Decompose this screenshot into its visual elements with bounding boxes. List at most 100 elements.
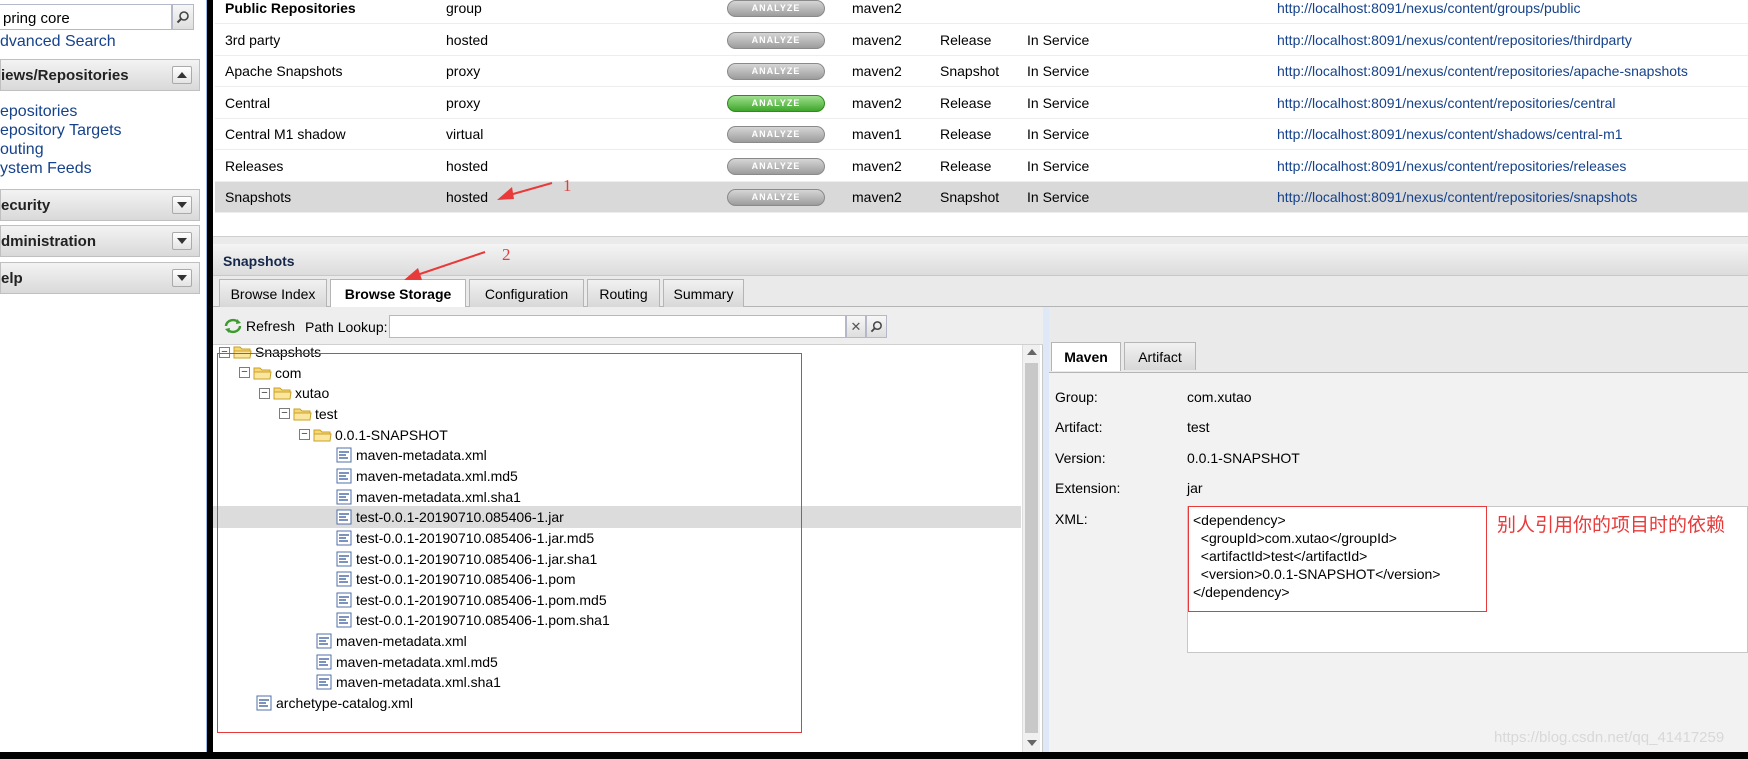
tree-file[interactable]: maven-metadata.xml.md5 <box>316 651 498 673</box>
repo-url[interactable]: http://localhost:8091/nexus/content/repo… <box>1277 95 1616 111</box>
tab-browse-storage[interactable]: Browse Storage <box>330 279 466 308</box>
collapse-toggle-icon[interactable]: − <box>239 367 250 379</box>
tree-file[interactable]: test-0.0.1-20190710.085406-1.pom <box>336 568 576 590</box>
collapse-toggle-icon[interactable]: − <box>299 429 310 441</box>
tree-file[interactable]: test-0.0.1-20190710.085406-1.jar <box>213 506 1021 529</box>
tree-file[interactable]: archetype-catalog.xml <box>256 692 413 714</box>
tree-node-label: test-0.0.1-20190710.085406-1.jar <box>356 509 564 526</box>
tab-configuration[interactable]: Configuration <box>469 279 584 307</box>
table-row[interactable]: Central M1 shadow virtual maven1 Release In … <box>215 119 1748 150</box>
folder-icon <box>313 428 332 442</box>
collapse-button[interactable] <box>172 66 192 84</box>
tree-folder[interactable]: − com <box>239 362 301 384</box>
path-lookup-input[interactable] <box>389 315 846 338</box>
repo-url[interactable]: http://localhost:8091/nexus/content/grou… <box>1277 0 1581 16</box>
analyze-button[interactable]: ANALYZE <box>727 189 825 206</box>
repo-url[interactable]: http://localhost:8091/nexus/content/shad… <box>1277 126 1623 142</box>
file-icon <box>336 468 352 484</box>
analyze-button[interactable]: ANALYZE <box>727 63 825 80</box>
table-row[interactable]: Snapshots hosted maven2 Snapshot In Service h… <box>215 182 1748 213</box>
version-value: 0.0.1-SNAPSHOT <box>1187 450 1300 466</box>
file-icon <box>316 654 332 670</box>
tab-summary[interactable]: Summary <box>663 279 744 307</box>
tree-file[interactable]: maven-metadata.xml <box>336 444 487 466</box>
repo-type: hosted <box>446 158 489 174</box>
analyze-button[interactable]: ANALYZE <box>727 32 825 49</box>
path-lookup-label: Path Lookup: <box>305 319 388 335</box>
scroll-down-icon[interactable] <box>1027 740 1037 746</box>
artifact-tabs: Maven Artifact <box>1049 339 1748 373</box>
tab-browse-index[interactable]: Browse Index <box>219 279 327 307</box>
tree-file[interactable]: maven-metadata.xml <box>316 630 467 652</box>
expand-button[interactable] <box>172 196 192 214</box>
advanced-search-link[interactable]: dvanced Search <box>0 33 116 51</box>
link-system-feeds[interactable]: ystem Feeds <box>0 159 122 178</box>
detail-tabs: Browse Index Browse Storage Configuratio… <box>213 276 1748 308</box>
tree-file[interactable]: test-0.0.1-20190710.085406-1.jar.md5 <box>336 527 594 549</box>
table-row[interactable]: Central proxy maven2 Release In Service http:… <box>215 88 1748 119</box>
tree-file[interactable]: maven-metadata.xml.sha1 <box>316 671 501 693</box>
views-links: epositories epository Targets outing yst… <box>0 102 122 178</box>
tree-node-label: maven-metadata.xml <box>356 447 487 464</box>
panel-administration[interactable]: dministration <box>0 225 200 257</box>
analyze-button[interactable]: ANALYZE <box>727 95 825 112</box>
detail-panel-title: Snapshots <box>213 244 1748 276</box>
tree-folder[interactable]: − 0.0.1-SNAPSHOT <box>299 424 448 446</box>
tree-file[interactable]: test-0.0.1-20190710.085406-1.pom.sha1 <box>336 609 610 631</box>
table-row[interactable]: 3rd party hosted maven2 Release In Service ht… <box>215 25 1748 56</box>
tree-file[interactable]: maven-metadata.xml.md5 <box>336 465 518 487</box>
link-repositories[interactable]: epositories <box>0 102 122 121</box>
repo-type: virtual <box>446 126 484 142</box>
collapse-toggle-icon[interactable]: − <box>279 408 290 420</box>
sidebar-search-input[interactable]: pring core <box>0 4 172 30</box>
tree-folder[interactable]: − test <box>279 403 338 425</box>
file-icon <box>336 551 352 567</box>
tree-file[interactable]: test-0.0.1-20190710.085406-1.pom.md5 <box>336 589 607 611</box>
refresh-button[interactable]: Refresh <box>223 317 295 335</box>
analyze-button[interactable]: ANALYZE <box>727 126 825 143</box>
table-row[interactable]: Releases hosted maven2 Release In Service htt… <box>215 151 1748 182</box>
table-row[interactable]: Public Repositories group maven2 http://loc… <box>215 0 1748 24</box>
repo-url[interactable]: http://localhost:8091/nexus/content/repo… <box>1277 63 1688 79</box>
scrollbar-thumb[interactable] <box>1025 363 1038 733</box>
repo-name: Releases <box>225 158 284 174</box>
repo-status: In Service <box>1027 189 1090 205</box>
file-icon <box>336 530 352 546</box>
tree-file[interactable]: test-0.0.1-20190710.085406-1.jar.sha1 <box>336 548 597 570</box>
tree-scrollbar[interactable] <box>1022 345 1040 752</box>
tree-node-label: test-0.0.1-20190710.085406-1.pom.sha1 <box>356 612 610 629</box>
tab-routing[interactable]: Routing <box>587 279 660 307</box>
search-button[interactable] <box>172 4 194 30</box>
clear-button[interactable]: ✕ <box>846 315 866 338</box>
analyze-button[interactable]: ANALYZE <box>727 0 825 17</box>
tab-maven[interactable]: Maven <box>1051 342 1121 371</box>
collapse-toggle-icon[interactable]: − <box>219 346 230 358</box>
scroll-up-icon[interactable] <box>1027 349 1037 355</box>
repo-status: In Service <box>1027 63 1090 79</box>
tree-folder[interactable]: − Snapshots <box>219 345 321 363</box>
table-row[interactable]: Apache Snapshots proxy maven2 Snapshot In Se… <box>215 56 1748 87</box>
panel-views-repositories[interactable]: iews/Repositories <box>0 59 200 91</box>
expand-button[interactable] <box>172 232 192 250</box>
link-repository-targets[interactable]: epository Targets <box>0 121 122 140</box>
analyze-button[interactable]: ANALYZE <box>727 158 825 175</box>
tab-artifact[interactable]: Artifact <box>1124 342 1196 370</box>
repo-name: 3rd party <box>225 32 281 48</box>
repo-url[interactable]: http://localhost:8091/nexus/content/repo… <box>1277 158 1626 174</box>
repo-url[interactable]: http://localhost:8091/nexus/content/repo… <box>1277 189 1637 205</box>
expand-button[interactable] <box>172 269 192 287</box>
repo-type: hosted <box>446 189 489 205</box>
repo-name: Public Repositories <box>225 0 356 16</box>
extension-value: jar <box>1187 480 1203 496</box>
tree-file[interactable]: maven-metadata.xml.sha1 <box>336 486 521 508</box>
tree-folder[interactable]: − xutao <box>259 382 329 404</box>
collapse-toggle-icon[interactable]: − <box>259 387 270 399</box>
panel-security[interactable]: ecurity <box>0 189 200 221</box>
lookup-button[interactable] <box>866 315 887 338</box>
repo-name: Apache Snapshots <box>225 63 343 79</box>
storage-browser: Refresh Path Lookup: ✕ − Snapshots − com − xu… <box>213 307 1043 752</box>
link-routing[interactable]: outing <box>0 140 122 159</box>
repo-url[interactable]: http://localhost:8091/nexus/content/repo… <box>1277 32 1632 48</box>
panel-help[interactable]: elp <box>0 262 200 294</box>
annotation-note: 别人引用你的项目时的依赖 <box>1497 514 1726 536</box>
